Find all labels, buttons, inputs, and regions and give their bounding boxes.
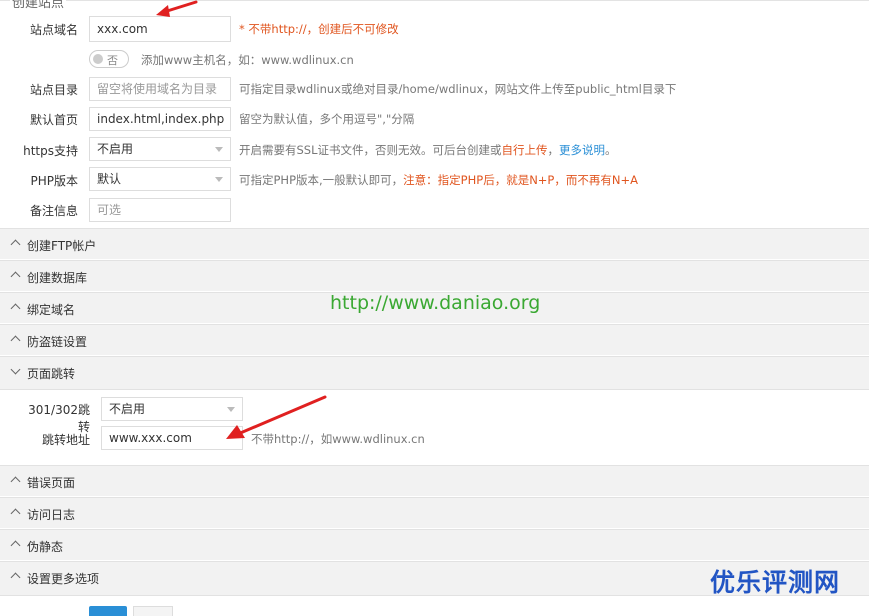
cancel-button[interactable] bbox=[133, 606, 173, 616]
section-redirect[interactable]: 页面跳转 bbox=[0, 356, 869, 390]
https-hint-text: 开启需要有SSL证书文件，否则无效。可后台创建或 bbox=[239, 143, 502, 157]
section-label: 绑定域名 bbox=[27, 303, 76, 317]
section-label: 错误页面 bbox=[27, 476, 76, 490]
chevron-up-icon bbox=[10, 540, 21, 551]
section-label: 创建FTP帐户 bbox=[27, 239, 97, 253]
section-label: 设置更多选项 bbox=[27, 572, 100, 586]
php-hint-text: 可指定PHP版本,一般默认即可， bbox=[239, 173, 404, 187]
www-toggle[interactable]: 否 bbox=[89, 50, 129, 68]
redirect-url-label: 跳转地址 bbox=[41, 433, 90, 447]
domain-hint: * 不带http://，创建后不可修改 bbox=[239, 22, 399, 36]
section-rewrite[interactable]: 伪静态 bbox=[0, 529, 869, 560]
php-hint: 可指定PHP版本,一般默认即可，注意：指定PHP后，就是N+P，而不再有N+A bbox=[239, 172, 638, 188]
brand-watermark: 优乐评测网 bbox=[710, 568, 841, 597]
section-label: 防盗链设置 bbox=[27, 335, 88, 349]
section-label: 页面跳转 bbox=[27, 367, 76, 381]
https-hint-sep: ， bbox=[547, 143, 560, 157]
www-hint: 添加www主机名，如：www.wdlinux.cn bbox=[141, 53, 354, 67]
section-hotlink[interactable]: 防盗链设置 bbox=[0, 324, 869, 355]
redirect-type-selected: 不启用 bbox=[109, 402, 146, 416]
https-label: https支持 bbox=[23, 144, 78, 158]
more-info-link[interactable]: 更多说明 bbox=[559, 143, 605, 157]
toggle-knob bbox=[93, 54, 103, 64]
chevron-up-icon bbox=[10, 476, 21, 487]
chevron-down-icon bbox=[215, 147, 223, 152]
site-dir-label: 站点目录 bbox=[29, 83, 78, 97]
index-page-input[interactable]: index.html,index.php bbox=[89, 107, 231, 131]
chevron-up-icon bbox=[10, 335, 21, 346]
chevron-up-icon bbox=[10, 271, 21, 282]
section-error-pages[interactable]: 错误页面 bbox=[0, 465, 869, 496]
annotation-arrow-icon bbox=[156, 0, 198, 17]
toggle-state-label: 否 bbox=[107, 54, 118, 67]
annotation-arrow-icon bbox=[226, 395, 327, 439]
index-page-hint: 留空为默认值，多个用逗号","分隔 bbox=[239, 112, 415, 126]
site-dir-hint: 可指定目录wdlinux或绝对目录/home/wdlinux，网站文件上传至pu… bbox=[239, 82, 677, 96]
self-upload-link[interactable]: 自行上传 bbox=[502, 143, 548, 157]
section-label: 访问日志 bbox=[27, 508, 76, 522]
chevron-down-icon bbox=[215, 177, 223, 182]
section-label: 创建数据库 bbox=[27, 271, 88, 285]
php-label: PHP版本 bbox=[30, 174, 79, 188]
url-watermark: http://www.daniao.org bbox=[330, 292, 541, 314]
chevron-up-icon bbox=[10, 303, 21, 314]
submit-button[interactable] bbox=[89, 606, 127, 616]
https-hint-end: 。 bbox=[605, 143, 617, 157]
https-select[interactable]: 不启用 bbox=[89, 137, 231, 161]
note-label: 备注信息 bbox=[29, 204, 78, 218]
index-page-label: 默认首页 bbox=[29, 113, 78, 127]
redirect-type-select[interactable]: 不启用 bbox=[101, 397, 243, 421]
section-ftp[interactable]: 创建FTP帐户 bbox=[0, 228, 869, 259]
domain-label: 站点域名 bbox=[29, 23, 78, 37]
php-select[interactable]: 默认 bbox=[89, 167, 231, 191]
site-dir-input[interactable]: 留空将使用域名为目录 bbox=[89, 77, 231, 101]
https-hint: 开启需要有SSL证书文件，否则无效。可后台创建或自行上传，更多说明。 bbox=[239, 142, 617, 158]
https-selected: 不启用 bbox=[97, 142, 134, 156]
chevron-up-icon bbox=[10, 508, 21, 519]
section-access-log[interactable]: 访问日志 bbox=[0, 497, 869, 528]
chevron-down-icon bbox=[10, 364, 21, 375]
section-title: 创建站点 bbox=[10, 0, 67, 11]
php-selected: 默认 bbox=[97, 172, 122, 186]
section-label: 伪静态 bbox=[27, 540, 64, 554]
fieldset-border bbox=[0, 0, 869, 1]
php-hint-warning: 注意：指定PHP后，就是N+P，而不再有N+A bbox=[403, 173, 638, 187]
chevron-up-icon bbox=[10, 572, 21, 583]
redirect-type-label: 301/302跳转 bbox=[28, 403, 90, 434]
section-database[interactable]: 创建数据库 bbox=[0, 260, 869, 291]
note-input[interactable]: 可选 bbox=[89, 198, 231, 222]
chevron-up-icon bbox=[10, 239, 21, 250]
redirect-url-input[interactable]: www.xxx.com bbox=[101, 426, 243, 450]
